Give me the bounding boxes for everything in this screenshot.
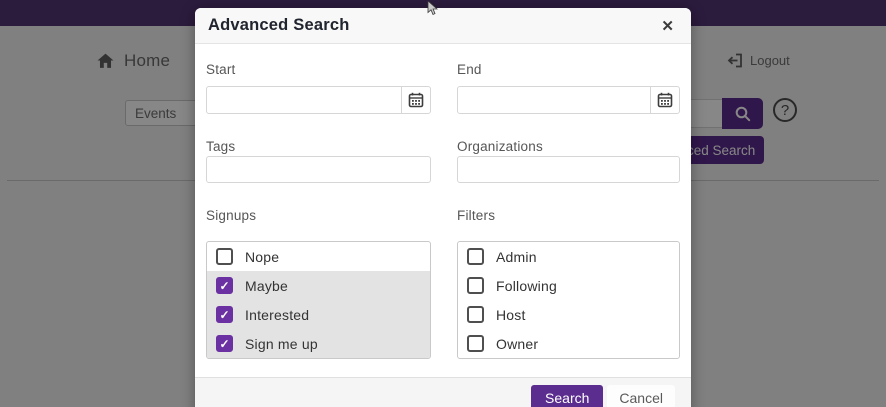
screen: Home e Logout Events ? Advanced Search [0, 0, 886, 407]
signups-label: Signups [206, 208, 431, 223]
modal-cancel-button[interactable]: Cancel [607, 385, 675, 407]
checkbox-label: Host [496, 307, 526, 323]
close-icon[interactable]: ✕ [657, 15, 678, 37]
start-label: Start [206, 62, 431, 77]
calendar-icon [408, 92, 424, 108]
mouse-cursor [427, 1, 438, 16]
checkbox-row[interactable]: ✓ Nope [207, 242, 430, 271]
start-calendar-button[interactable] [401, 87, 430, 113]
checkbox-row[interactable]: ✓ Interested [207, 300, 430, 329]
checkbox-row[interactable]: ✓ Host [458, 300, 679, 329]
checkbox-row[interactable]: ✓ Following [458, 271, 679, 300]
end-date-input[interactable] [458, 87, 650, 113]
organizations-label: Organizations [457, 139, 680, 154]
advanced-search-modal: Advanced Search ✕ Start [195, 8, 691, 407]
checkbox-label: Owner [496, 336, 538, 352]
checkbox-label: Admin [496, 249, 537, 265]
checkbox-checked-icon[interactable]: ✓ [216, 335, 233, 352]
filters-checkbox-list: ✓ Admin ✓ Following ✓ Host ✓ Owner [457, 241, 680, 359]
checkbox-unchecked-icon[interactable]: ✓ [467, 335, 484, 352]
checkbox-unchecked-icon[interactable]: ✓ [467, 277, 484, 294]
checkbox-unchecked-icon[interactable]: ✓ [467, 248, 484, 265]
end-date-group [457, 86, 680, 114]
start-date-input[interactable] [207, 87, 401, 113]
modal-footer: Search Cancel [195, 377, 691, 407]
calendar-icon [657, 92, 673, 108]
checkbox-row[interactable]: ✓ Owner [458, 329, 679, 358]
checkbox-row[interactable]: ✓ Sign me up [207, 329, 430, 358]
modal-title: Advanced Search [208, 16, 349, 35]
tags-input[interactable] [206, 156, 431, 183]
checkbox-row[interactable]: ✓ Admin [458, 242, 679, 271]
checkbox-label: Interested [245, 307, 309, 323]
checkbox-row[interactable]: ✓ Maybe [207, 271, 430, 300]
checkbox-label: Following [496, 278, 557, 294]
checkbox-checked-icon[interactable]: ✓ [216, 306, 233, 323]
filters-label: Filters [457, 208, 680, 223]
organizations-input[interactable] [457, 156, 680, 183]
start-date-group [206, 86, 431, 114]
checkmark-icon: ✓ [219, 309, 229, 321]
end-calendar-button[interactable] [650, 87, 679, 113]
checkmark-icon: ✓ [219, 280, 229, 292]
signups-checkbox-list: ✓ Nope ✓ Maybe ✓ Interested ✓ Sign me up [206, 241, 431, 359]
checkbox-checked-icon[interactable]: ✓ [216, 277, 233, 294]
end-label: End [457, 62, 680, 77]
checkbox-label: Nope [245, 249, 279, 265]
checkbox-label: Maybe [245, 278, 288, 294]
modal-body: Start [195, 44, 691, 359]
tags-label: Tags [206, 139, 431, 154]
modal-search-button[interactable]: Search [531, 385, 603, 407]
checkmark-icon: ✓ [219, 338, 229, 350]
checkbox-unchecked-icon[interactable]: ✓ [467, 306, 484, 323]
checkbox-label: Sign me up [245, 336, 318, 352]
checkbox-unchecked-icon[interactable]: ✓ [216, 248, 233, 265]
modal-header: Advanced Search ✕ [195, 8, 691, 44]
